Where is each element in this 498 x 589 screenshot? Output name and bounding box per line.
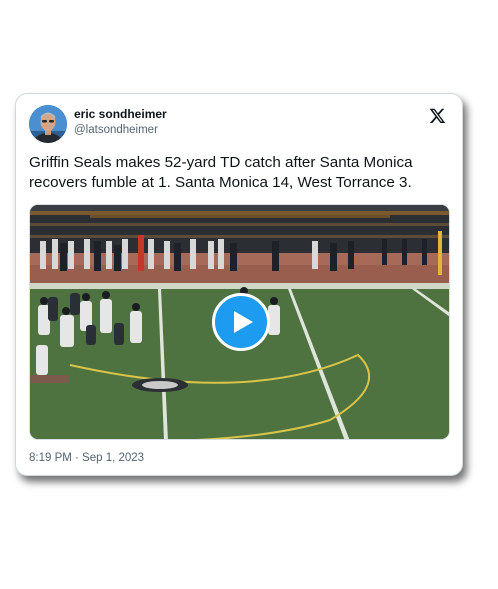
video-player[interactable] (29, 204, 450, 440)
play-button[interactable] (212, 293, 270, 351)
x-logo-icon[interactable] (429, 107, 446, 124)
tweet-text: Griffin Seals makes 52-yard TD catch aft… (29, 154, 413, 191)
tweet-timestamp[interactable]: 8:19 PM · Sep 1, 2023 (29, 452, 144, 464)
tweet-card[interactable]: eric sondheimer @latsondheimer Griffin S… (15, 93, 463, 476)
author-display-name[interactable]: eric sondheimer (74, 107, 167, 121)
play-icon (234, 311, 253, 333)
author-handle[interactable]: @latsondheimer (74, 124, 158, 136)
author-avatar[interactable] (29, 105, 67, 143)
avatar-photo (29, 105, 67, 143)
